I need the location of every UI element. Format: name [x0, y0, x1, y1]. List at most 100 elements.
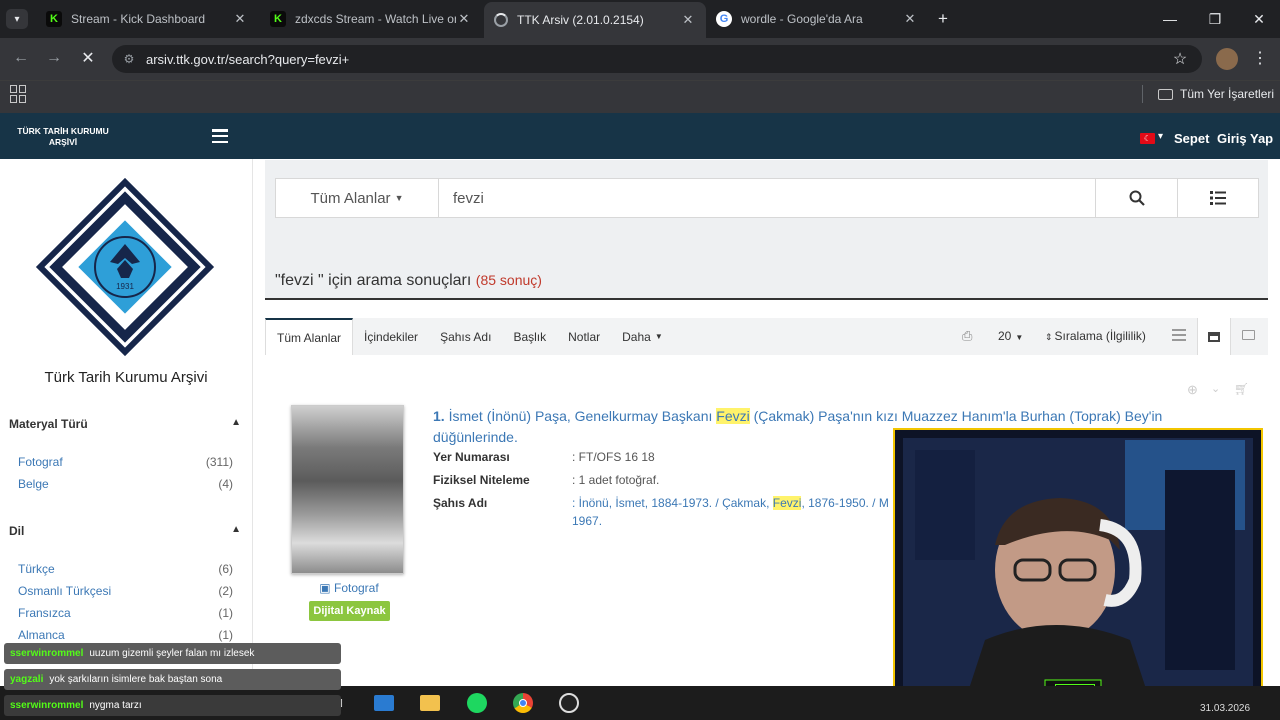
- arrow-left-icon: ←: [13, 49, 29, 66]
- chevron-up-icon: ▲: [231, 524, 241, 535]
- facet-item-belge[interactable]: Belge (4): [0, 477, 253, 491]
- minimize-button[interactable]: —: [1150, 0, 1190, 38]
- print-icon[interactable]: ⎙: [962, 328, 972, 344]
- kick-icon: K: [270, 11, 286, 27]
- caret-down-icon: ▼: [1015, 333, 1024, 342]
- chevron-up-icon: ▲: [231, 417, 241, 428]
- tab-zdxcds-stream[interactable]: K zdxcds Stream - Watch Live on ✕: [260, 0, 482, 38]
- chevron-down-icon[interactable]: ⌄: [1211, 382, 1220, 395]
- menu-icon[interactable]: ⋮: [1250, 46, 1270, 70]
- chevron-down-icon[interactable]: ▾: [1158, 131, 1163, 142]
- chat-message: yagzali yok şarkıların isimlere bak başta…: [4, 669, 341, 690]
- url-text: arsiv.ttk.gov.tr/search?query=fevzi+: [146, 51, 350, 67]
- close-icon[interactable]: ✕: [680, 12, 696, 28]
- back-button[interactable]: ←: [7, 44, 35, 72]
- facet-language-header[interactable]: Dil ▲: [0, 524, 253, 538]
- facet-item-osmanli[interactable]: Osmanlı Türkçesi (2): [0, 584, 253, 598]
- tab-search-button[interactable]: ▾: [6, 9, 28, 29]
- forward-button[interactable]: →: [40, 44, 68, 72]
- restore-button[interactable]: ❐: [1195, 0, 1235, 38]
- caret-down-icon: ▼: [654, 332, 663, 341]
- close-icon[interactable]: ✕: [232, 11, 248, 27]
- tab-person-name[interactable]: Şahıs Adı: [429, 318, 502, 355]
- result-type: ▣ Fotograf: [319, 581, 379, 595]
- field-select[interactable]: Tüm Alanlar ▼: [275, 178, 439, 218]
- field-label-location: Yer Numarası: [433, 450, 510, 464]
- close-icon: ✕: [81, 50, 95, 67]
- field-value-location: : FT/OFS 16 18: [572, 450, 655, 464]
- login-link[interactable]: Giriş Yap: [1217, 131, 1273, 146]
- sort-icon: ⇕: [1045, 332, 1053, 342]
- cart-link[interactable]: Sepet: [1174, 131, 1209, 146]
- tab-contents[interactable]: İçindekiler: [353, 318, 429, 355]
- spotify-icon[interactable]: [462, 689, 492, 717]
- field-value-person[interactable]: : İnönü, İsmet, 1884-1973. / Çakmak, Fev…: [572, 496, 889, 510]
- chrome-icon[interactable]: [508, 689, 538, 717]
- tab-title[interactable]: Başlık: [502, 318, 557, 355]
- search-input[interactable]: fevzi: [439, 178, 1096, 218]
- search-bar: Tüm Alanlar ▼ fevzi: [275, 178, 1259, 218]
- result-thumbnail[interactable]: [291, 405, 404, 574]
- digital-source-badge[interactable]: Dijital Kaynak: [309, 601, 390, 621]
- close-window-button[interactable]: ✕: [1239, 0, 1279, 38]
- zoom-icon[interactable]: ⊕: [1187, 382, 1198, 398]
- site-header: [0, 113, 1280, 159]
- apps-grid-icon[interactable]: [10, 85, 28, 103]
- sort-select[interactable]: ⇕ Sıralama (İlgililik): [1045, 329, 1146, 343]
- turkish-flag-icon[interactable]: ☾: [1140, 133, 1155, 144]
- close-icon: ✕: [1253, 10, 1265, 27]
- obs-icon[interactable]: [554, 689, 584, 717]
- per-page-select[interactable]: 20 ▼: [998, 329, 1023, 343]
- bookmarks-divider: [1142, 85, 1143, 103]
- institution-name: Türk Tarih Kurumu Arşivi: [44, 369, 208, 386]
- loading-icon: [494, 13, 508, 27]
- image-icon: ▣: [319, 581, 331, 595]
- field-label-person: Şahıs Adı: [433, 496, 488, 510]
- facet-item-fotograf[interactable]: Fotograf (311): [0, 455, 253, 469]
- tab-notes[interactable]: Notlar: [557, 318, 611, 355]
- address-bar[interactable]: ⚙ arsiv.ttk.gov.tr/search?query=fevzi+: [112, 45, 1202, 73]
- search-summary: "fevzi " için arama sonuçları (85 sonuç): [275, 272, 542, 289]
- facet-item-almanca[interactable]: Almanca (1): [0, 628, 253, 642]
- gallery-view-icon[interactable]: [1242, 330, 1255, 340]
- profile-avatar[interactable]: [1216, 48, 1238, 70]
- facet-item-fransizca[interactable]: Fransızca (1): [0, 606, 253, 620]
- advanced-search-button[interactable]: [1178, 178, 1259, 218]
- stop-button[interactable]: ✕: [74, 44, 102, 72]
- chat-message: sserwinrommel uuzum gizemli şeyler falan …: [4, 643, 341, 664]
- close-icon[interactable]: ✕: [902, 11, 918, 27]
- restore-icon: ❐: [1208, 10, 1222, 27]
- detail-view-button[interactable]: [1197, 318, 1231, 355]
- cart-icon[interactable]: 🛒︎: [1234, 382, 1249, 396]
- tab-all-fields[interactable]: Tüm Alanlar: [265, 318, 354, 355]
- detail-view-icon: [1208, 331, 1220, 342]
- tab-wordle-google[interactable]: G wordle - Google'da Ara ✕: [706, 0, 928, 38]
- list-view-icon[interactable]: [1172, 329, 1186, 341]
- kick-icon: K: [46, 11, 62, 27]
- webcam-overlay: [893, 428, 1263, 703]
- list-icon: [1210, 191, 1226, 205]
- chat-message: sserwinrommel nygma tarzı: [4, 695, 341, 716]
- tab-more[interactable]: Daha ▼: [611, 318, 674, 355]
- logo-year: 1931: [116, 282, 134, 291]
- search-button[interactable]: [1096, 178, 1178, 218]
- field-value-person-cont: 1967.: [572, 514, 603, 528]
- all-bookmarks-button[interactable]: Tüm Yer İşaretleri: [1158, 86, 1274, 102]
- new-tab-button[interactable]: +: [932, 9, 954, 29]
- close-icon[interactable]: ✕: [456, 11, 472, 27]
- tab-kick-dashboard[interactable]: K Stream - Kick Dashboard ✕: [36, 0, 258, 38]
- widgets-icon[interactable]: [369, 689, 399, 717]
- facet-item-turkce[interactable]: Türkçe (6): [0, 562, 253, 576]
- search-icon: [1129, 190, 1145, 206]
- site-brand[interactable]: TÜRK TARİH KURUMU ARŞİVİ: [10, 126, 116, 148]
- facet-material-type-header[interactable]: Materyal Türü ▲: [0, 417, 253, 431]
- hamburger-menu-icon[interactable]: [212, 129, 228, 143]
- bookmark-star-icon[interactable]: ☆: [1168, 47, 1192, 71]
- tab-ttk-arsiv[interactable]: TTK Arsiv (2.01.0.2154) ✕: [484, 2, 706, 38]
- site-info-icon[interactable]: ⚙: [112, 52, 146, 66]
- field-label-physical: Fiziksel Niteleme: [433, 473, 530, 487]
- arrow-right-icon: →: [46, 49, 62, 66]
- caret-down-icon: ▼: [394, 193, 404, 203]
- taskbar-date: 31.03.2026: [1200, 703, 1251, 714]
- file-explorer-icon[interactable]: [415, 689, 445, 717]
